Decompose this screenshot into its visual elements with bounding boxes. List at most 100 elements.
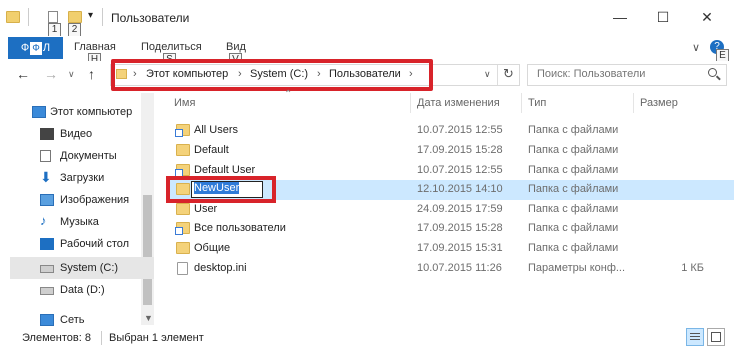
minimize-button[interactable]: — <box>605 6 635 28</box>
file-row-user[interactable]: User 24.09.2015 17:59 Папка с файлами <box>166 200 734 220</box>
folder-shortcut-icon <box>175 164 190 177</box>
sidebar-item-downloads[interactable]: ⬇ Загрузки <box>10 167 154 189</box>
sidebar-item-documents[interactable]: Документы <box>10 145 154 167</box>
file-size: 1 КБ <box>681 262 704 274</box>
file-date: 17.09.2015 15:28 <box>417 222 503 234</box>
sidebar-item-label: Рабочий стол <box>60 238 130 250</box>
network-icon <box>40 314 54 326</box>
sidebar-item-label: System (C:) <box>60 262 119 274</box>
customize-quick-access-button[interactable]: ▾ <box>88 10 93 21</box>
maximize-button[interactable]: ☐ <box>648 6 678 28</box>
sidebar-item-video[interactable]: Видео <box>10 123 154 145</box>
keytip-1: 1 <box>48 23 61 37</box>
folder-icon <box>176 144 190 156</box>
tab-view[interactable]: Вид <box>226 41 246 53</box>
file-name: User <box>194 203 218 215</box>
refresh-button[interactable]: ↻ <box>503 66 514 82</box>
column-divider[interactable] <box>521 93 522 113</box>
address-history-button[interactable]: ∨ <box>484 69 491 80</box>
sidebar-item-label: Музыка <box>60 216 99 228</box>
up-button[interactable]: ↑ <box>88 66 95 82</box>
new-folder-icon[interactable] <box>68 11 82 23</box>
file-type: Папка с файлами <box>528 183 619 195</box>
expand-ribbon-button[interactable]: ∨ <box>692 41 700 54</box>
drive-icon <box>40 265 54 273</box>
search-input[interactable] <box>537 68 687 80</box>
close-button[interactable]: ✕ <box>692 6 722 28</box>
file-name: desktop.ini <box>194 262 247 274</box>
file-type: Папка с файлами <box>528 124 619 136</box>
address-highlight-box <box>111 59 433 91</box>
file-type: Папка с файлами <box>528 242 619 254</box>
pictures-icon <box>40 194 54 206</box>
large-icons-view-icon <box>711 332 721 342</box>
file-date: 17.09.2015 15:31 <box>417 242 503 254</box>
column-header-name[interactable]: Имя <box>174 97 195 109</box>
divider <box>497 65 498 85</box>
sidebar-item-music[interactable]: ♪ Музыка <box>10 211 154 233</box>
divider <box>102 8 103 26</box>
column-divider[interactable] <box>410 93 411 113</box>
file-name: Общие <box>194 242 231 254</box>
rename-highlight-box <box>166 176 276 203</box>
file-name: All Users <box>194 124 239 136</box>
desktop-icon <box>40 238 54 250</box>
details-view-button[interactable] <box>686 328 704 346</box>
details-view-icon <box>690 333 700 334</box>
file-tab[interactable]: ФФЛ <box>8 37 63 59</box>
music-icon: ♪ <box>40 213 47 228</box>
file-row-desktop-ini[interactable]: desktop.ini 10.07.2015 11:26 Параметры к… <box>166 259 734 279</box>
file-name: Все пользователи <box>194 222 286 234</box>
settings-file-icon <box>177 262 188 275</box>
sidebar-item-desktop[interactable]: Рабочий стол <box>10 233 154 255</box>
sidebar-item-label: Этот компьютер <box>50 106 133 118</box>
file-name: Default <box>194 144 229 156</box>
sidebar-item-data-d[interactable]: Data (D:) <box>10 279 154 301</box>
file-type: Параметры конф... <box>528 262 626 274</box>
column-header-date[interactable]: Дата изменения <box>417 97 500 109</box>
sidebar-item-label: Сеть <box>60 314 85 326</box>
file-row-public[interactable]: Общие 17.09.2015 15:31 Папка с файлами <box>166 239 734 259</box>
sidebar-item-label: Документы <box>60 150 117 162</box>
folder-icon <box>176 242 190 254</box>
back-button[interactable]: ← <box>16 66 30 82</box>
window-title: Пользователи <box>111 11 190 25</box>
file-date: 17.09.2015 15:28 <box>417 144 503 156</box>
properties-icon[interactable] <box>48 11 58 23</box>
folder-icon <box>6 11 20 23</box>
sidebar-item-label: Загрузки <box>60 172 105 184</box>
file-date: 10.07.2015 11:26 <box>417 262 502 274</box>
file-date: 24.09.2015 17:59 <box>417 203 503 215</box>
folder-shortcut-icon <box>175 222 190 235</box>
large-icons-view-button[interactable] <box>707 328 725 346</box>
file-row-all-users[interactable]: All Users 10.07.2015 12:55 Папка с файла… <box>166 121 734 141</box>
sidebar-item-label: Видео <box>60 128 93 140</box>
divider <box>28 8 29 26</box>
tab-home[interactable]: Главная <box>74 41 116 53</box>
sidebar-item-system-c[interactable]: System (C:) <box>10 257 154 279</box>
forward-button[interactable]: → <box>44 66 58 82</box>
file-row-default[interactable]: Default 17.09.2015 15:28 Папка с файлами <box>166 141 734 161</box>
file-type: Папка с файлами <box>528 203 619 215</box>
video-icon <box>40 128 54 140</box>
column-header-size[interactable]: Размер <box>640 97 678 109</box>
computer-icon <box>32 106 46 118</box>
file-date: 12.10.2015 14:10 <box>417 183 503 195</box>
file-type: Папка с файлами <box>528 164 619 176</box>
sidebar-item-this-pc[interactable]: Этот компьютер <box>10 101 154 123</box>
sort-ascending-icon: ⌃ <box>284 89 293 100</box>
folder-shortcut-icon <box>175 124 190 137</box>
downloads-icon: ⬇ <box>40 169 52 185</box>
sidebar-item-pictures[interactable]: Изображения <box>10 189 154 211</box>
documents-icon <box>40 150 51 162</box>
column-divider[interactable] <box>633 93 634 113</box>
sidebar-item-label: Изображения <box>60 194 130 206</box>
file-name: Default User <box>194 164 256 176</box>
tab-share[interactable]: Поделиться <box>141 41 202 53</box>
recent-locations-button[interactable]: ∨ <box>68 69 75 80</box>
file-date: 10.07.2015 12:55 <box>417 124 503 136</box>
file-row-all-users-ru[interactable]: Все пользователи 17.09.2015 15:28 Папка … <box>166 219 734 239</box>
sidebar-item-label: Data (D:) <box>60 284 105 296</box>
column-header-type[interactable]: Тип <box>528 97 546 109</box>
file-type: Папка с файлами <box>528 144 619 156</box>
